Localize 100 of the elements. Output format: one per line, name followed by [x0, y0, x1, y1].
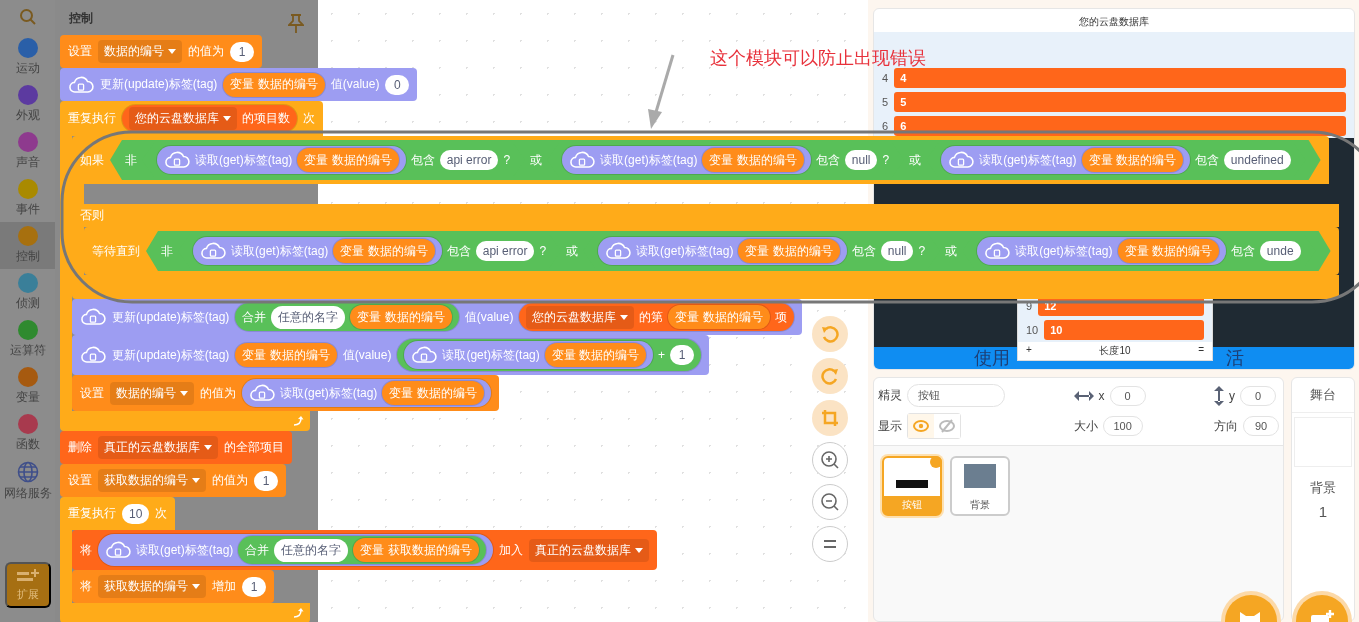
- code-block[interactable]: 更新(update)标签(tag) 变量 数据的编号 值(value) 0: [60, 68, 418, 101]
- value-field[interactable]: api error: [475, 241, 535, 261]
- value-field[interactable]: 1: [670, 345, 695, 365]
- dropdown[interactable]: 您的云盘数据库: [526, 305, 635, 329]
- crop-button[interactable]: [812, 400, 848, 436]
- y-field[interactable]: 0: [1240, 385, 1276, 406]
- resize-handle[interactable]: =: [1198, 344, 1204, 358]
- reporter-block[interactable]: 变量 数据的编号: [350, 305, 452, 329]
- reporter-block[interactable]: 合并 任意的名字 变量 数据的编号: [235, 303, 459, 331]
- value-field[interactable]: null: [880, 241, 914, 261]
- block-label: 变量 数据的编号: [745, 242, 833, 260]
- direction-field[interactable]: 90: [1243, 416, 1279, 436]
- category-item[interactable]: 函数: [0, 410, 55, 457]
- boolean-block[interactable]: 非 读取(get)标签(tag) 变量 数据的编号 包含 api error ? 或 读取(get)标签(tag) 变量 数据的编号 包含 null ? 或 读取(get)标签(tag) 变量 数据的编号 包含 undefined: [110, 140, 1321, 180]
- dropdown[interactable]: 数据的编号: [98, 40, 182, 63]
- value-field[interactable]: api error: [439, 150, 499, 170]
- dropdown[interactable]: 获取数据的编号: [98, 575, 206, 598]
- value-field[interactable]: null: [844, 150, 878, 170]
- code-block[interactable]: 设置 获取数据的编号 的值为 1: [60, 464, 286, 497]
- block-label: 次: [155, 505, 168, 522]
- reporter-block[interactable]: 读取(get)标签(tag) 变量 数据的编号: [242, 379, 491, 407]
- reporter-block[interactable]: 合并 任意的名字 变量 获取数据的编号: [238, 536, 486, 564]
- reporter-block[interactable]: 变量 数据的编号: [544, 343, 647, 367]
- close-icon[interactable]: [930, 456, 942, 468]
- search-icon[interactable]: [18, 8, 37, 26]
- reporter-block[interactable]: 读取(get)标签(tag) 变量 数据的编号: [157, 146, 406, 174]
- code-block[interactable]: 设置 数据的编号 的值为 1: [60, 35, 262, 68]
- code-block[interactable]: 删除 真正的云盘数据库 的全部项目: [60, 431, 292, 464]
- value-field[interactable]: unde: [1259, 241, 1301, 261]
- x-field[interactable]: 0: [1109, 385, 1146, 406]
- category-item[interactable]: 运算符: [0, 316, 55, 363]
- value-field[interactable]: 任意的名字: [271, 305, 346, 329]
- if-block[interactable]: 如果 非 读取(get)标签(tag) 变量 数据的编号 包含 api error ? 或 读取(get)标签(tag) 变量 数据的编号 包含 null ? 或 读取(get)标签(tag) 变量 数据的编号 包含 undefined: [72, 136, 1329, 184]
- reporter-block[interactable]: 变量 数据的编号: [382, 381, 484, 405]
- reporter-block[interactable]: 您的云盘数据库 的第 变量 数据的编号 项: [519, 303, 794, 331]
- reporter-block[interactable]: 读取(get)标签(tag) 变量 数据的编号: [193, 237, 442, 265]
- dropdown[interactable]: 真正的云盘数据库: [98, 436, 218, 459]
- visibility-toggle[interactable]: [908, 414, 934, 438]
- reporter-block[interactable]: 读取(get)标签(tag) 合并 任意的名字 变量 获取数据的编号: [98, 534, 493, 566]
- reporter-block[interactable]: 变量 数据的编号: [738, 239, 840, 263]
- category-item[interactable]: 侦测: [0, 269, 55, 316]
- dropdown[interactable]: 真正的云盘数据库: [528, 538, 649, 562]
- code-block[interactable]: 将 读取(get)标签(tag) 合并 任意的名字 变量 获取数据的编号 加入 真正的云盘数据库: [72, 530, 657, 570]
- reporter-block[interactable]: 变量 数据的编号: [1081, 148, 1183, 172]
- reporter-block[interactable]: 变量 数据的编号: [333, 239, 435, 263]
- code-block[interactable]: 将 获取数据的编号 增加 1: [72, 570, 274, 603]
- block-label: 读取(get)标签(tag): [231, 242, 329, 260]
- value-field[interactable]: undefined: [1223, 150, 1291, 170]
- dropdown[interactable]: 数据的编号: [110, 381, 194, 405]
- reporter-block[interactable]: 变量 数据的编号: [702, 148, 804, 172]
- pin-icon[interactable]: [288, 14, 304, 34]
- redo-button[interactable]: [812, 358, 848, 394]
- reporter-block[interactable]: 变量 数据的编号: [297, 148, 399, 172]
- value-field[interactable]: 1: [254, 470, 278, 491]
- code-block[interactable]: 等待直到 非 读取(get)标签(tag) 变量 数据的编号 包含 api error ? 或 读取(get)标签(tag) 变量 数据的编号 包含 null ? 或 读取(get)标签(tag) 变量 数据的编号 包含 unde: [84, 227, 1339, 275]
- zoom-out-button[interactable]: [812, 484, 848, 520]
- category-item[interactable]: 事件: [0, 175, 55, 222]
- sprite-tile[interactable]: 背景: [950, 456, 1010, 516]
- reporter-block[interactable]: 读取(get)标签(tag) 变量 数据的编号: [941, 146, 1190, 174]
- reporter-block[interactable]: 变量 数据的编号: [668, 305, 770, 329]
- code-block[interactable]: 更新(update)标签(tag) 合并 任意的名字 变量 数据的编号 值(value) 您的云盘数据库 的第 变量 数据的编号 项: [72, 299, 802, 335]
- reporter-block[interactable]: 您的云盘数据库 的项目数: [122, 105, 297, 132]
- reporter-block[interactable]: 读取(get)标签(tag) 变量 数据的编号: [977, 237, 1226, 265]
- value-field[interactable]: 10: [122, 503, 150, 524]
- dropdown[interactable]: 您的云盘数据库: [129, 107, 237, 130]
- reporter-block[interactable]: 读取(get)标签(tag) 变量 数据的编号: [598, 237, 847, 265]
- category-item[interactable]: 变量: [0, 363, 55, 410]
- block-label: 包含: [1230, 242, 1255, 260]
- block-label: 变量 数据的编号: [1088, 151, 1176, 169]
- zoom-in-button[interactable]: [812, 442, 848, 478]
- sprite-tile[interactable]: 按钮: [882, 456, 942, 516]
- value-field[interactable]: 1: [242, 576, 266, 597]
- code-block[interactable]: 设置 数据的编号 的值为 读取(get)标签(tag) 变量 数据的编号: [72, 375, 499, 411]
- extension-button[interactable]: 扩展: [4, 562, 51, 608]
- dropdown[interactable]: 获取数据的编号: [98, 469, 206, 492]
- category-item[interactable]: 外观: [0, 81, 55, 128]
- code-block[interactable]: 更新(update)标签(tag) 变量 数据的编号 值(value) 读取(get)标签(tag) 变量 数据的编号 + 1: [72, 335, 710, 375]
- block-label: ?: [503, 153, 511, 167]
- size-field[interactable]: 100: [1102, 416, 1143, 436]
- reporter-block[interactable]: 读取(get)标签(tag) 变量 数据的编号: [404, 341, 654, 369]
- undo-icon: [821, 325, 839, 343]
- reporter-block[interactable]: 变量 数据的编号: [223, 72, 325, 97]
- reporter-block[interactable]: 读取(get)标签(tag) 变量 数据的编号 + 1: [397, 339, 702, 371]
- category-item[interactable]: 声音: [0, 128, 55, 175]
- loop-block[interactable]: 重复执行 您的云盘数据库 的项目数 次: [60, 101, 323, 136]
- sprite-name-field[interactable]: 按钮: [907, 384, 1005, 407]
- undo-button[interactable]: [812, 316, 848, 352]
- reporter-block[interactable]: 变量 获取数据的编号: [353, 538, 479, 562]
- reporter-block[interactable]: 变量 数据的编号: [235, 343, 337, 367]
- value-field[interactable]: 0: [385, 74, 410, 95]
- reset-zoom-button[interactable]: [812, 526, 848, 562]
- reporter-block[interactable]: 变量 数据的编号: [1117, 239, 1219, 263]
- category-item[interactable]: 网络服务: [0, 457, 55, 506]
- category-item[interactable]: 运动: [0, 34, 55, 81]
- loop-block[interactable]: 重复执行 10 次: [60, 497, 176, 530]
- boolean-block[interactable]: 非 读取(get)标签(tag) 变量 数据的编号 包含 api error ? 或 读取(get)标签(tag) 变量 数据的编号 包含 null ? 或 读取(get)标签(tag) 变量 数据的编号 包含 unde: [146, 231, 1331, 271]
- value-field[interactable]: 1: [230, 41, 254, 62]
- value-field[interactable]: 任意的名字: [274, 538, 349, 562]
- add-item-button[interactable]: +: [1026, 344, 1032, 358]
- reporter-block[interactable]: 读取(get)标签(tag) 变量 数据的编号: [562, 146, 811, 174]
